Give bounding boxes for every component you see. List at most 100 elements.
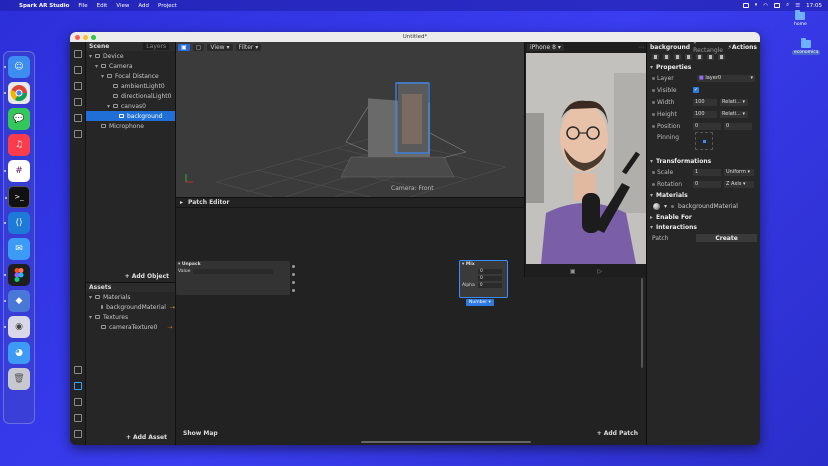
square-icon[interactable] [73,98,82,106]
output-port[interactable] [292,265,295,268]
menu-project[interactable]: Project [158,3,177,9]
pause-icon[interactable]: ⏸ [755,2,758,9]
asset-folder-textures[interactable]: ▾ Textures [86,312,175,322]
add-object-button[interactable]: + Add Object [125,273,169,280]
enable-for-section[interactable]: ▸ Enable For [647,212,760,222]
position-x-input[interactable]: 0 [693,122,721,130]
pinning-widget[interactable] [695,132,713,150]
filter-dropdown[interactable]: Filter ▾ [235,44,262,51]
align-left-icon[interactable] [652,54,659,60]
preview-menu-icon[interactable]: ⋯ [638,44,644,51]
width-mode-dropdown[interactable]: Relati... ▾ [720,98,748,106]
patch-editor-icon[interactable] [73,382,82,390]
add-asset-button[interactable]: + Add Asset [126,434,167,441]
dock-vscode[interactable]: ⟨⟩ [4,212,30,234]
dock-mail[interactable]: ✉ [8,238,30,260]
wifi-icon[interactable]: ◠ [763,3,768,9]
patch-vertical-scrollbar[interactable] [641,278,643,368]
dock-figma[interactable] [4,264,30,286]
width-input[interactable]: 100 [693,98,717,106]
menu-add[interactable]: Add [138,3,149,9]
screen-record-icon[interactable] [742,3,749,8]
mix-input-1[interactable]: 0 [478,269,502,274]
menu-app-name[interactable]: Spark AR Studio [19,3,69,9]
battery-icon[interactable] [774,3,781,8]
dock-trash[interactable]: 🗑 [8,368,30,390]
help-icon[interactable] [73,430,82,438]
device-dropdown[interactable]: iPhone 8 ▾ [527,43,564,51]
clock[interactable]: 17:05 [806,3,822,9]
rotation-input[interactable]: 0 [693,180,721,188]
number-type-tag[interactable]: Number ▾ [466,299,494,306]
play-icon[interactable]: ▷ [598,268,603,275]
chevron-icon[interactable]: ▾ [664,203,667,210]
dock-music[interactable]: ♫ [8,134,30,156]
material-row[interactable]: ▾ backgroundMaterial [647,200,760,212]
dock-finder[interactable]: ☺ [4,56,30,78]
dock-screenflow[interactable]: ◉ [4,316,30,338]
refresh-icon[interactable] [73,114,82,122]
patch-link-icon[interactable]: ⇢ [170,304,175,311]
desktop-folder-economica[interactable]: economica [792,38,821,55]
dock-tweetbot[interactable]: ◕ [8,342,30,364]
align-right-icon[interactable] [674,54,681,60]
dock-slack[interactable]: # [4,160,30,182]
tree-item-microphone[interactable]: Microphone [86,121,175,131]
show-map-button[interactable]: Show Map [183,430,218,437]
align-bottom-icon[interactable] [707,54,714,60]
scene-panel-icon[interactable] [73,50,82,58]
view-2d-toggle[interactable]: ▢ [192,44,205,51]
rotation-axis-dropdown[interactable]: Z Axis ▾ [724,180,754,188]
actions-button[interactable]: ⚡Actions [728,44,757,51]
distribute-icon[interactable] [718,54,725,60]
tree-item-device[interactable]: ▾ Device [86,51,175,61]
properties-section[interactable]: ▾ Properties [647,62,760,72]
desktop-folder-home[interactable]: home [794,10,807,27]
test-device-icon[interactable] [73,130,82,138]
output-port[interactable] [292,289,295,292]
align-center-icon[interactable] [663,54,670,60]
library-icon[interactable] [73,82,82,90]
menu-view[interactable]: View [116,3,129,9]
search-icon[interactable]: ⌕ [786,2,789,9]
scene-viewport[interactable]: ▣ ▢ View ▾ Filter ▾ Camera: Front [176,42,524,197]
align-middle-icon[interactable] [696,54,703,60]
asset-background-material[interactable]: backgroundMaterial ⇢ [86,302,175,312]
dock-stack[interactable]: ◆ [4,290,30,312]
menu-file[interactable]: File [78,3,87,9]
mix-input-2[interactable]: 0 [478,276,502,281]
transformations-section[interactable]: ▾ Transformations [647,156,760,166]
tree-item-canvas[interactable]: ▾ canvas0 [86,101,175,111]
collapse-arrow-icon[interactable]: ▸ [180,199,183,206]
asset-camera-texture[interactable]: cameraTexture0 ⇢ [86,322,175,332]
position-y-input[interactable]: 0 [724,122,752,130]
dock-messages[interactable]: 💬 [8,108,30,130]
interactions-section[interactable]: ▾ Interactions [647,222,760,232]
scale-mode-dropdown[interactable]: Uniform ▾ [724,168,754,176]
menu-edit[interactable]: Edit [97,3,108,9]
dock-chrome[interactable] [4,82,30,104]
screenshot-icon[interactable]: ▣ [570,268,576,275]
layer-dropdown[interactable]: ■ layer0 ▾ [697,74,755,82]
tab-scene[interactable]: Scene [89,43,109,50]
unpack-patch-node[interactable]: ▾ Unpack Value [176,261,295,295]
asset-folder-materials[interactable]: ▾ Materials [86,292,175,302]
export-icon[interactable] [73,366,82,374]
tree-item-camera[interactable]: ▾ Camera [86,61,175,71]
visible-checkbox[interactable]: ✓ [693,87,699,93]
patch-link-icon[interactable]: ⇢ [167,324,172,331]
view-3d-toggle[interactable]: ▣ [178,44,190,51]
tree-item-background[interactable]: background [86,111,175,121]
align-top-icon[interactable] [685,54,692,60]
output-port[interactable] [292,281,295,284]
add-patch-button[interactable]: + Add Patch [597,430,638,437]
mix-alpha-input[interactable]: 0 [477,283,502,288]
video-icon[interactable] [73,66,82,74]
tree-item-ambient-light[interactable]: ambientLight0 [86,81,175,91]
control-center-icon[interactable]: ☰ [795,3,800,9]
height-input[interactable]: 100 [693,110,717,118]
materials-section[interactable]: ▾ Materials [647,190,760,200]
settings-icon[interactable] [73,414,82,422]
view-dropdown[interactable]: View ▾ [207,44,233,51]
patch-horizontal-scrollbar[interactable] [361,441,531,443]
